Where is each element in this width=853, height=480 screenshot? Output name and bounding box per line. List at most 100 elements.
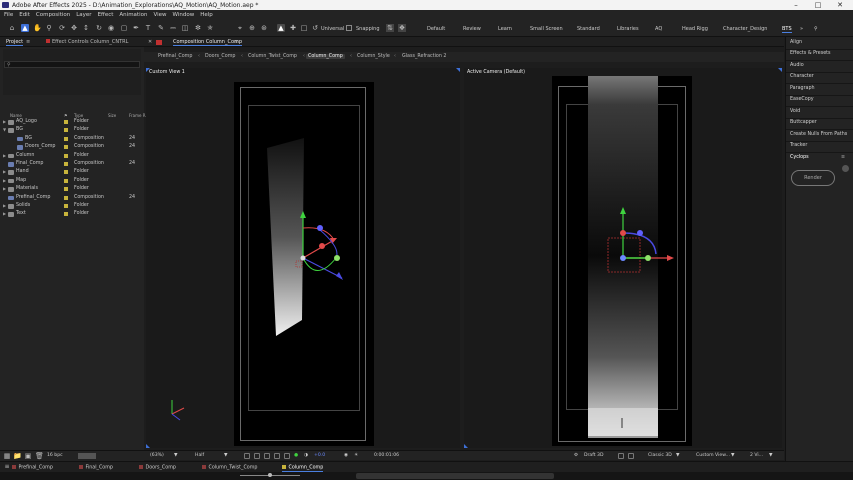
project-search-input[interactable]: ⚲: [4, 61, 140, 68]
panel-menu-icon[interactable]: ≡: [26, 39, 30, 45]
x-axis-line[interactable]: [302, 239, 335, 259]
column-layer-3d[interactable]: [267, 138, 304, 336]
menu-view[interactable]: View: [153, 12, 166, 18]
label-color-swatch[interactable]: [64, 120, 68, 124]
views-chevron-icon[interactable]: ▼: [769, 453, 773, 458]
hand-tool-icon[interactable]: ✋: [33, 24, 42, 32]
label-color-swatch[interactable]: [64, 204, 68, 208]
expand-toggle-icon[interactable]: ▶: [3, 152, 6, 160]
axis-mode-icon[interactable]: ⌖: [236, 24, 244, 32]
panel-cyclops[interactable]: Cyclops: [790, 155, 809, 160]
timeline-tab-doors[interactable]: Doors_Comp: [139, 465, 176, 471]
gizmo-origin[interactable]: [300, 255, 306, 261]
brush-tool-icon[interactable]: ✎: [157, 24, 165, 32]
universal-label[interactable]: Universal: [321, 26, 344, 32]
view-axis-icon[interactable]: ⊛: [260, 24, 268, 32]
label-color-swatch[interactable]: [64, 170, 68, 175]
label-color-swatch[interactable]: [64, 195, 68, 200]
transform-gizmo-left[interactable]: [295, 211, 343, 280]
color-management-icon[interactable]: ●: [294, 453, 298, 458]
expand-toggle-icon[interactable]: ▼: [3, 126, 6, 134]
rectangle-tool-icon[interactable]: ▢: [120, 24, 128, 32]
dolly-tool-icon[interactable]: ↕: [82, 24, 90, 32]
transparency-grid-icon[interactable]: [254, 452, 260, 459]
timeline-tab-column[interactable]: Column_Comp: [282, 465, 324, 472]
channel-icon[interactable]: [284, 452, 290, 459]
timeline-scrollbar[interactable]: [356, 473, 554, 479]
exposure-value[interactable]: +0.0: [314, 453, 325, 458]
orbit-tool-icon[interactable]: ⟳: [58, 24, 66, 32]
tab-project[interactable]: Project: [6, 39, 24, 46]
show-snapshot-icon[interactable]: ☀: [354, 453, 358, 458]
expand-toggle-icon[interactable]: ▶: [3, 168, 6, 176]
viewer-active-camera[interactable]: Active Camera (Default): [464, 68, 782, 448]
project-item-row[interactable]: ▶ Column Folder: [0, 152, 144, 160]
resolution-dropdown[interactable]: Half: [195, 453, 204, 458]
comp-tab-glass-refraction[interactable]: Glass_Refraction 2: [400, 54, 448, 59]
resolution-chevron-icon[interactable]: ▼: [224, 453, 228, 458]
label-color-swatch[interactable]: [64, 187, 68, 192]
menu-composition[interactable]: Composition: [36, 12, 70, 18]
expand-toggle-icon[interactable]: ▶: [3, 118, 6, 126]
reset-exposure-icon[interactable]: ◑: [304, 453, 308, 458]
home-icon[interactable]: ⌂: [8, 24, 16, 32]
pen-tool-icon[interactable]: ✒: [132, 24, 140, 32]
scale-handle[interactable]: [334, 255, 340, 261]
project-item-row[interactable]: Doors_Comp Composition 24: [0, 143, 144, 151]
selection-tool-icon[interactable]: ▲: [21, 24, 29, 32]
roto-brush-tool-icon[interactable]: ✼: [194, 24, 202, 32]
pan-behind-tool-icon[interactable]: ◉: [107, 24, 115, 32]
close-icon[interactable]: ✕: [830, 0, 850, 10]
scroll-thumb[interactable]: [842, 165, 849, 172]
comp-tab-column[interactable]: Column_Comp: [306, 54, 345, 59]
view-dropdown[interactable]: Custom View...: [696, 453, 730, 458]
workspace-learn[interactable]: Learn: [498, 26, 512, 32]
panel-easecopy[interactable]: EaseCopy: [790, 97, 814, 102]
snapping-label[interactable]: Snapping: [356, 26, 380, 32]
expand-toggle-icon[interactable]: ▶: [3, 202, 6, 210]
workspace-character-design[interactable]: Character_Design: [723, 26, 767, 32]
project-item-row[interactable]: ▶ AQ_Logo Folder: [0, 118, 144, 126]
color-swatch[interactable]: [78, 453, 96, 459]
viewer-custom-view[interactable]: Custom View 1: [146, 68, 460, 448]
project-item-row[interactable]: Prefinal_Comp Composition 24: [0, 194, 144, 202]
new-folder-icon[interactable]: 📁: [13, 452, 22, 460]
project-item-row[interactable]: ▶ Hand Folder: [0, 168, 144, 176]
scale-handle[interactable]: [645, 255, 651, 261]
snap-feather-icon[interactable]: ❖: [398, 24, 406, 32]
project-item-row[interactable]: ▶ Text Folder: [0, 210, 144, 218]
label-color-swatch[interactable]: [64, 153, 68, 158]
timeline-tab-final[interactable]: Final_Comp: [79, 465, 113, 471]
menu-layer[interactable]: Layer: [76, 12, 91, 18]
grid-guides-icon[interactable]: [264, 452, 270, 459]
rotation-handle[interactable]: [317, 225, 323, 231]
label-color-swatch[interactable]: [64, 212, 68, 217]
draft-3d-icon[interactable]: ⚙: [574, 453, 578, 458]
label-color-swatch[interactable]: [64, 128, 68, 133]
rotate-gizmo-icon[interactable]: ↺: [311, 24, 319, 32]
snap-options-icon[interactable]: ⇅: [386, 24, 394, 32]
zoom-slider-thumb[interactable]: [268, 473, 272, 477]
panel-create-nulls[interactable]: Create Nulls From Paths: [790, 132, 847, 137]
zoom-chevron-icon[interactable]: ▼: [174, 453, 178, 458]
panel-align[interactable]: Align: [790, 40, 802, 45]
anchor-handle[interactable]: [620, 230, 626, 236]
panel-buttcapper[interactable]: Buttcapper: [790, 120, 817, 125]
draft-3d-toggle[interactable]: Draft 3D: [584, 453, 604, 458]
label-color-swatch[interactable]: [64, 145, 68, 150]
translate-gizmo-icon[interactable]: ✚: [289, 24, 297, 32]
workspace-default[interactable]: Default: [427, 26, 445, 32]
x-axis-arrow-icon[interactable]: [667, 255, 674, 261]
z-axis-arrow-icon[interactable]: [336, 272, 343, 280]
timeline-tab-column-twist[interactable]: Column_Twist_Comp: [202, 465, 257, 471]
renderer-dropdown[interactable]: Classic 3D: [648, 453, 672, 458]
anchor-handle[interactable]: [319, 243, 325, 249]
tab-effect-controls[interactable]: Effect Controls Column_CNTRL: [46, 39, 128, 45]
eraser-tool-icon[interactable]: ◫: [181, 24, 189, 32]
z-axis-line[interactable]: [302, 257, 343, 279]
maximize-icon[interactable]: □: [808, 0, 828, 10]
snapshot-icon[interactable]: ◉: [344, 453, 348, 458]
zoom-tool-icon[interactable]: ⚲: [45, 24, 53, 32]
project-item-row[interactable]: ▶ Solids Folder: [0, 202, 144, 210]
bit-depth-label[interactable]: 16 bpc: [47, 453, 63, 458]
